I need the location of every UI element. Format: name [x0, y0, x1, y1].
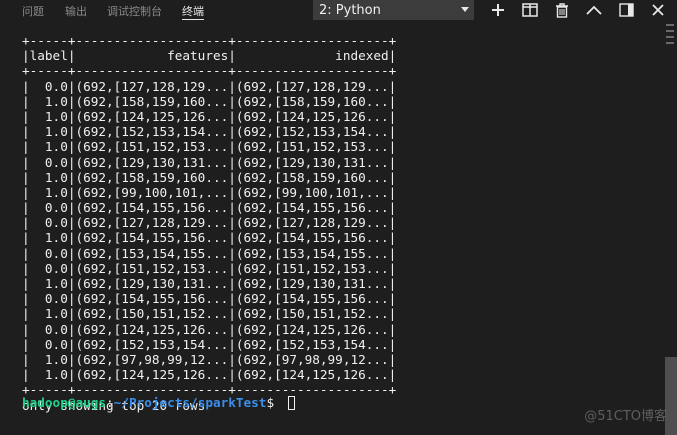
- terminal-output[interactable]: +-----+--------------------+------------…: [0, 22, 662, 435]
- tab-terminal[interactable]: 终端: [182, 0, 204, 20]
- scrollbar-marker: [666, 42, 674, 44]
- prompt-symbol: $: [266, 395, 282, 410]
- terminal-line: | 1.0|(692,[152,153,154...|(692,[152,153…: [22, 124, 397, 140]
- terminal-line: | 0.0|(692,[153,154,155...|(692,[153,154…: [22, 245, 397, 261]
- scrollbar-marker: [666, 36, 674, 38]
- terminal-line: +-----+--------------------+------------…: [22, 63, 397, 79]
- shell-prompt: hadoop@augs: ~/Projects/sparkTest $: [22, 395, 295, 410]
- terminal-select[interactable]: 2: Python: [313, 0, 474, 20]
- terminal-line: | 0.0|(692,[154,155,156...|(692,[154,155…: [22, 200, 397, 216]
- panel-header: 问题 输出 调试控制台 终端 2: Python: [0, 0, 677, 22]
- terminal-line: | 1.0|(692,[99,100,101,...|(692,[99,100,…: [22, 184, 397, 200]
- tab-problems[interactable]: 问题: [22, 0, 44, 19]
- terminal-line: | 1.0|(692,[154,155,156...|(692,[154,155…: [22, 230, 397, 246]
- terminal-line: | 0.0|(692,[124,125,126...|(692,[124,125…: [22, 321, 397, 337]
- terminal-select-value: 2: Python: [319, 2, 381, 18]
- chevron-down-icon: [457, 2, 473, 18]
- tab-debug-console[interactable]: 调试控制台: [107, 0, 162, 19]
- terminal-line: | 1.0|(692,[158,159,160...|(692,[158,159…: [22, 93, 397, 109]
- terminal-line: +-----+--------------------+------------…: [22, 33, 397, 48]
- prompt-path: ~/Projects/sparkTest: [113, 395, 267, 410]
- close-icon[interactable]: [650, 2, 666, 18]
- prompt-user-host: hadoop@augs: [22, 395, 107, 410]
- trash-icon[interactable]: [554, 2, 570, 18]
- toggle-panel-icon[interactable]: [618, 2, 634, 18]
- split-terminal-icon[interactable]: [522, 2, 538, 18]
- terminal-line: | 0.0|(692,[154,155,156...|(692,[154,155…: [22, 291, 397, 307]
- terminal-line: | 0.0|(692,[127,128,129...|(692,[127,128…: [22, 78, 397, 94]
- watermark: @51CTO博客: [584, 409, 667, 424]
- terminal-line: | 0.0|(692,[152,153,154...|(692,[152,153…: [22, 336, 397, 352]
- scrollbar-marker: [666, 24, 674, 26]
- terminal-line: | 0.0|(692,[151,152,153...|(692,[151,152…: [22, 260, 397, 276]
- terminal-line: |label| features| indexed|: [22, 48, 397, 64]
- scrollbar-marker: [666, 30, 674, 32]
- terminal-line: | 1.0|(692,[151,152,153...|(692,[151,152…: [22, 139, 397, 155]
- terminal-line: | 1.0|(692,[124,125,126...|(692,[124,125…: [22, 108, 397, 124]
- terminal-line: | 1.0|(692,[124,125,126...|(692,[124,125…: [22, 367, 397, 383]
- terminal-lines: +-----+--------------------+------------…: [22, 33, 396, 413]
- plus-icon[interactable]: [490, 2, 506, 18]
- terminal-line: | 0.0|(692,[129,130,131...|(692,[129,130…: [22, 154, 397, 170]
- terminal-line: | 0.0|(692,[127,128,129...|(692,[127,128…: [22, 215, 397, 231]
- tab-output[interactable]: 输出: [65, 0, 87, 19]
- chevron-up-icon[interactable]: [586, 2, 602, 18]
- terminal-line: | 1.0|(692,[150,151,152...|(692,[150,151…: [22, 306, 397, 322]
- terminal-line: | 1.0|(692,[158,159,160...|(692,[158,159…: [22, 169, 397, 185]
- terminal-cursor: [287, 395, 295, 410]
- terminal-line: | 1.0|(692,[129,130,131...|(692,[129,130…: [22, 276, 397, 291]
- prompt-separator: :: [106, 395, 114, 410]
- terminal-line: | 1.0|(692,[97,98,99,12...|(692,[97,98,9…: [22, 351, 397, 367]
- panel-tabs: 问题 输出 调试控制台 终端: [0, 0, 204, 22]
